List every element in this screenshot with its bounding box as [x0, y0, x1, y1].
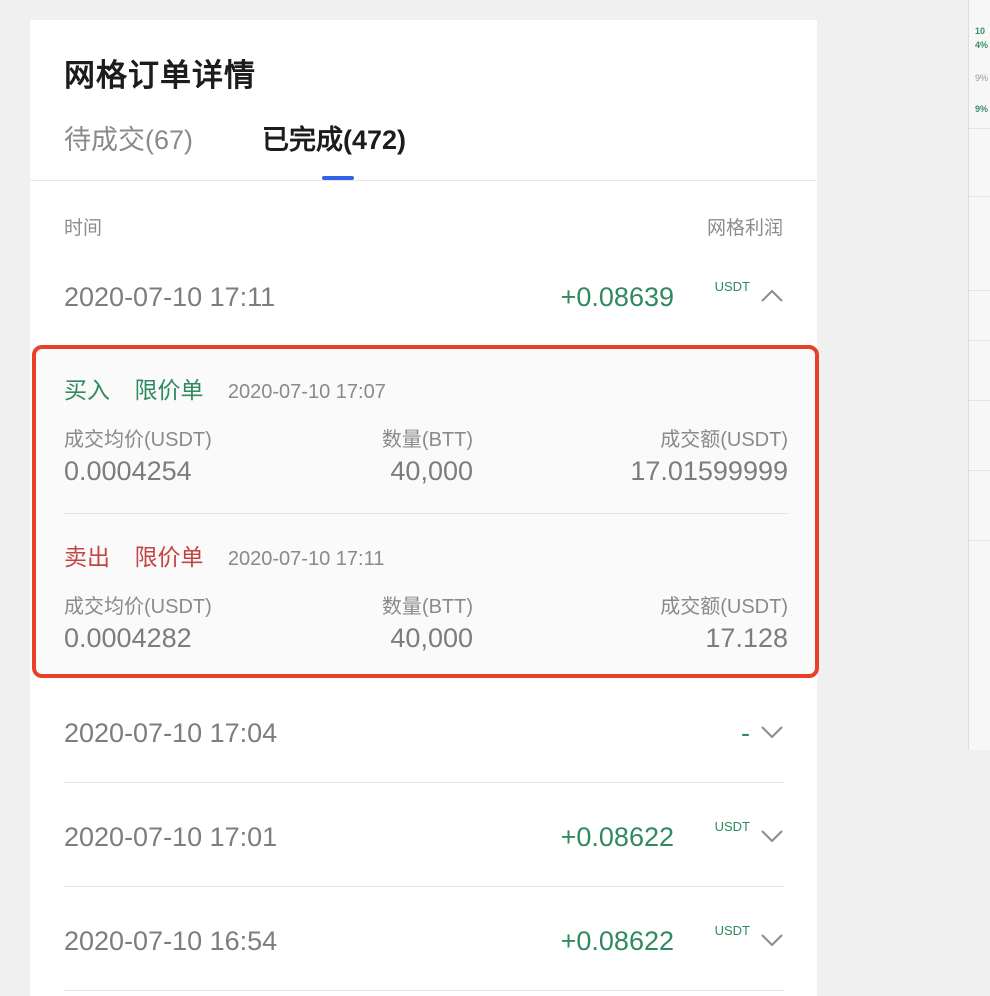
- tab-pending[interactable]: 待成交(67): [64, 118, 193, 157]
- order-row-time: 2020-07-10 17:04: [64, 718, 278, 748]
- quantity: 数量(BTT) 40,000: [382, 423, 473, 487]
- bg-line: [969, 340, 990, 341]
- sell-order-header: 卖出 限价单 2020-07-10 17:11: [64, 538, 384, 572]
- grid-order-detail-panel: 网格订单详情 待成交(67) 已完成(472) 时间 网格利润 2020-07-…: [30, 20, 819, 996]
- bg-line: [969, 540, 990, 541]
- chevron-down-icon[interactable]: [760, 826, 784, 846]
- bg-mark: 9%: [975, 73, 989, 83]
- bg-mark: 9%: [975, 104, 989, 114]
- chevron-down-icon[interactable]: [760, 930, 784, 950]
- page: 10 4% 9% 9% 网格订单详情 待成交(67) 已完成(472) 时间 网…: [0, 0, 990, 996]
- avg-price: 成交均价(USDT) 0.0004282: [64, 590, 212, 654]
- amount-value: 17.128: [705, 623, 788, 653]
- order-date: 2020-07-10 17:07: [227, 381, 386, 403]
- order-type: 限价单: [134, 544, 204, 570]
- tab-completed[interactable]: 已完成(472): [262, 118, 406, 157]
- bg-line: [969, 128, 990, 129]
- column-header-time: 时间: [64, 218, 103, 239]
- chevron-down-icon[interactable]: [760, 722, 784, 742]
- amount: 成交额(USDT) 17.128: [660, 590, 788, 654]
- buy-order-header: 买入 限价单 2020-07-10 17:07: [64, 371, 386, 405]
- order-date: 2020-07-10 17:11: [227, 548, 385, 570]
- row-divider: [64, 782, 784, 783]
- bg-line: [969, 470, 990, 471]
- sell-order: 卖出 限价单 2020-07-10 17:11 成交均价(USDT) 0.000…: [64, 538, 788, 698]
- order-row[interactable]: 2020-07-10 17:04 -: [64, 718, 784, 778]
- bg-line: [969, 196, 990, 197]
- order-row-time: 2020-07-10 16:54: [64, 926, 278, 956]
- order-row[interactable]: 2020-07-10 16:54 +0.08622 USDT: [64, 923, 784, 986]
- avg-price-value: 0.0004254: [64, 456, 192, 486]
- row-divider: [64, 886, 784, 887]
- quantity-value: 40,000: [390, 623, 473, 653]
- tabs-divider: [30, 180, 817, 181]
- bg-mark: 10: [975, 26, 986, 36]
- order-side: 卖出: [64, 544, 110, 570]
- background-window-strip: 10 4% 9% 9%: [968, 0, 990, 750]
- avg-price: 成交均价(USDT) 0.0004254: [64, 423, 212, 487]
- amount: 成交额(USDT) 17.01599999: [630, 423, 788, 487]
- order-row-profit: +0.08622: [560, 926, 674, 956]
- row-divider: [64, 990, 784, 991]
- buy-order: 买入 限价单 2020-07-10 17:07 成交均价(USDT) 0.000…: [64, 371, 788, 531]
- order-row-profit: +0.08639: [560, 282, 674, 312]
- order-row-time: 2020-07-10 17:11: [64, 282, 276, 312]
- bg-mark: 4%: [975, 40, 989, 50]
- amount-label: 成交额(USDT): [660, 429, 788, 451]
- order-row-unit: USDT: [714, 923, 750, 938]
- page-title: 网格订单详情: [64, 58, 256, 93]
- quantity-value: 40,000: [390, 456, 473, 486]
- avg-price-label: 成交均价(USDT): [64, 596, 212, 618]
- chevron-up-icon[interactable]: [760, 286, 784, 306]
- order-row-time: 2020-07-10 17:01: [64, 822, 278, 852]
- bg-line: [969, 400, 990, 401]
- order-row-unit: USDT: [714, 819, 750, 834]
- order-row[interactable]: 2020-07-10 17:11 +0.08639 USDT: [64, 279, 784, 342]
- order-detail-expanded: 买入 限价单 2020-07-10 17:07 成交均价(USDT) 0.000…: [32, 345, 819, 678]
- quantity-label: 数量(BTT): [381, 596, 473, 618]
- order-row-profit: +0.08622: [560, 822, 674, 852]
- amount-label: 成交额(USDT): [660, 596, 788, 618]
- bg-line: [969, 290, 990, 291]
- avg-price-label: 成交均价(USDT): [64, 429, 212, 451]
- quantity-label: 数量(BTT): [381, 429, 473, 451]
- amount-value: 17.01599999: [630, 456, 788, 486]
- order-row[interactable]: 2020-07-10 17:01 +0.08622 USDT: [64, 819, 784, 882]
- quantity: 数量(BTT) 40,000: [382, 590, 473, 654]
- order-side: 买入: [64, 377, 110, 403]
- order-type: 限价单: [134, 377, 204, 403]
- order-row-unit: USDT: [714, 279, 750, 294]
- order-row-profit: -: [741, 718, 750, 748]
- column-header-profit: 网格利润: [706, 218, 783, 239]
- avg-price-value: 0.0004282: [64, 623, 192, 653]
- order-divider: [64, 513, 788, 514]
